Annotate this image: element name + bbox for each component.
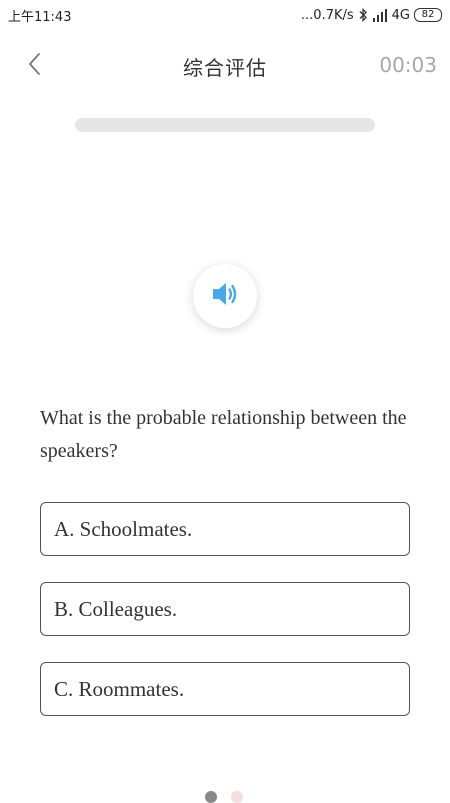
- network-speed: ...0.7K/s: [300, 7, 354, 23]
- page-dot-inactive: [231, 791, 243, 803]
- audio-play-button[interactable]: [193, 264, 257, 328]
- battery-indicator: 82: [414, 8, 442, 22]
- option-b[interactable]: B. Colleagues.: [40, 582, 410, 636]
- status-indicators: ...0.7K/s 4G 82: [301, 8, 442, 23]
- timer: 00:03: [379, 53, 437, 77]
- option-a[interactable]: A. Schoolmates.: [40, 502, 410, 556]
- option-label: A. Schoolmates.: [54, 516, 193, 541]
- option-label: C. Roommates.: [54, 676, 185, 701]
- option-c[interactable]: C. Roommates.: [40, 662, 410, 716]
- page-dot-active: [205, 791, 217, 803]
- status-bar: 上午11:43 ...0.7K/s 4G 82: [0, 0, 450, 30]
- speaker-icon: [210, 281, 240, 311]
- progress-bar: [75, 118, 375, 132]
- question-text: What is the probable relationship betwee…: [40, 407, 407, 462]
- status-time: 上午11:43: [8, 9, 72, 25]
- option-label: B. Colleagues.: [54, 596, 178, 621]
- signal-icon: [372, 8, 388, 22]
- network-type: 4G: [391, 7, 410, 23]
- page-indicator: [205, 791, 243, 803]
- header: 综合评估 00:03: [0, 40, 450, 92]
- bluetooth-icon: [358, 8, 368, 22]
